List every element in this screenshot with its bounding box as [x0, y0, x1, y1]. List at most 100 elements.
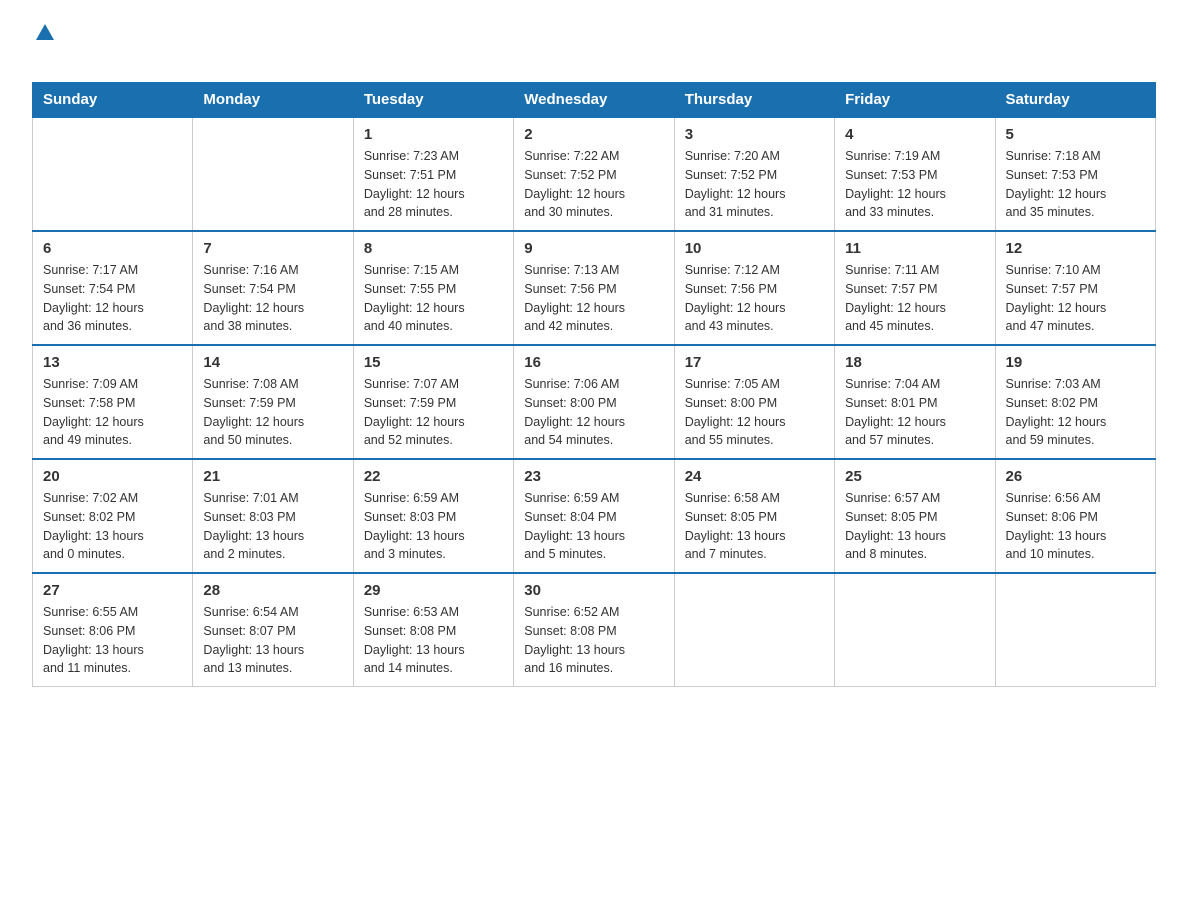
week-row-5: 27 Sunrise: 6:55 AM Sunset: 8:06 PM Dayli…	[33, 573, 1156, 687]
day-number: 2	[524, 126, 663, 143]
day-info: Sunrise: 7:16 AM Sunset: 7:54 PM Dayligh…	[203, 261, 342, 336]
day-info: Sunrise: 7:23 AM Sunset: 7:51 PM Dayligh…	[364, 147, 503, 222]
calendar-cell: 28 Sunrise: 6:54 AM Sunset: 8:07 PM Dayli…	[193, 573, 353, 687]
col-header-monday: Monday	[193, 83, 353, 118]
calendar-cell: 23 Sunrise: 6:59 AM Sunset: 8:04 PM Dayli…	[514, 459, 674, 573]
day-info: Sunrise: 7:17 AM Sunset: 7:54 PM Dayligh…	[43, 261, 182, 336]
calendar-cell: 21 Sunrise: 7:01 AM Sunset: 8:03 PM Dayli…	[193, 459, 353, 573]
day-number: 10	[685, 240, 824, 257]
calendar-cell: 22 Sunrise: 6:59 AM Sunset: 8:03 PM Dayli…	[353, 459, 513, 573]
day-info: Sunrise: 7:06 AM Sunset: 8:00 PM Dayligh…	[524, 375, 663, 450]
calendar-cell: 17 Sunrise: 7:05 AM Sunset: 8:00 PM Dayli…	[674, 345, 834, 459]
day-info: Sunrise: 7:04 AM Sunset: 8:01 PM Dayligh…	[845, 375, 984, 450]
calendar-cell: 12 Sunrise: 7:10 AM Sunset: 7:57 PM Dayli…	[995, 231, 1155, 345]
day-info: Sunrise: 6:58 AM Sunset: 8:05 PM Dayligh…	[685, 489, 824, 564]
page-header	[32, 24, 1156, 66]
day-info: Sunrise: 7:03 AM Sunset: 8:02 PM Dayligh…	[1006, 375, 1145, 450]
calendar-cell: 7 Sunrise: 7:16 AM Sunset: 7:54 PM Daylig…	[193, 231, 353, 345]
calendar-header-row: SundayMondayTuesdayWednesdayThursdayFrid…	[33, 83, 1156, 118]
day-info: Sunrise: 6:54 AM Sunset: 8:07 PM Dayligh…	[203, 603, 342, 678]
day-info: Sunrise: 7:20 AM Sunset: 7:52 PM Dayligh…	[685, 147, 824, 222]
day-number: 23	[524, 468, 663, 485]
day-info: Sunrise: 7:22 AM Sunset: 7:52 PM Dayligh…	[524, 147, 663, 222]
day-number: 15	[364, 354, 503, 371]
calendar-cell: 25 Sunrise: 6:57 AM Sunset: 8:05 PM Dayli…	[835, 459, 995, 573]
day-number: 22	[364, 468, 503, 485]
calendar-cell	[674, 573, 834, 687]
calendar-cell	[995, 573, 1155, 687]
day-info: Sunrise: 6:55 AM Sunset: 8:06 PM Dayligh…	[43, 603, 182, 678]
calendar-cell: 19Sunrise: 7:03 AM Sunset: 8:02 PM Dayli…	[995, 345, 1155, 459]
calendar-cell: 20 Sunrise: 7:02 AM Sunset: 8:02 PM Dayli…	[33, 459, 193, 573]
calendar-cell: 3 Sunrise: 7:20 AM Sunset: 7:52 PM Daylig…	[674, 117, 834, 231]
calendar-cell	[193, 117, 353, 231]
week-row-4: 20 Sunrise: 7:02 AM Sunset: 8:02 PM Dayli…	[33, 459, 1156, 573]
week-row-3: 13Sunrise: 7:09 AM Sunset: 7:58 PM Dayli…	[33, 345, 1156, 459]
day-number: 14	[203, 354, 342, 371]
calendar-cell: 29 Sunrise: 6:53 AM Sunset: 8:08 PM Dayli…	[353, 573, 513, 687]
day-number: 28	[203, 582, 342, 599]
day-number: 13	[43, 354, 182, 371]
day-info: Sunrise: 7:11 AM Sunset: 7:57 PM Dayligh…	[845, 261, 984, 336]
day-info: Sunrise: 7:13 AM Sunset: 7:56 PM Dayligh…	[524, 261, 663, 336]
day-number: 9	[524, 240, 663, 257]
day-info: Sunrise: 6:59 AM Sunset: 8:04 PM Dayligh…	[524, 489, 663, 564]
day-info: Sunrise: 6:53 AM Sunset: 8:08 PM Dayligh…	[364, 603, 503, 678]
day-info: Sunrise: 6:56 AM Sunset: 8:06 PM Dayligh…	[1006, 489, 1145, 564]
day-number: 16	[524, 354, 663, 371]
col-header-tuesday: Tuesday	[353, 83, 513, 118]
day-info: Sunrise: 6:59 AM Sunset: 8:03 PM Dayligh…	[364, 489, 503, 564]
calendar-cell: 26 Sunrise: 6:56 AM Sunset: 8:06 PM Dayli…	[995, 459, 1155, 573]
day-number: 20	[43, 468, 182, 485]
calendar-cell: 2 Sunrise: 7:22 AM Sunset: 7:52 PM Daylig…	[514, 117, 674, 231]
calendar-cell: 6Sunrise: 7:17 AM Sunset: 7:54 PM Daylig…	[33, 231, 193, 345]
day-number: 7	[203, 240, 342, 257]
day-info: Sunrise: 7:01 AM Sunset: 8:03 PM Dayligh…	[203, 489, 342, 564]
calendar-cell: 9 Sunrise: 7:13 AM Sunset: 7:56 PM Daylig…	[514, 231, 674, 345]
day-number: 18	[845, 354, 984, 371]
day-info: Sunrise: 7:19 AM Sunset: 7:53 PM Dayligh…	[845, 147, 984, 222]
day-info: Sunrise: 7:18 AM Sunset: 7:53 PM Dayligh…	[1006, 147, 1145, 222]
day-info: Sunrise: 7:02 AM Sunset: 8:02 PM Dayligh…	[43, 489, 182, 564]
calendar-cell: 13Sunrise: 7:09 AM Sunset: 7:58 PM Dayli…	[33, 345, 193, 459]
day-number: 12	[1006, 240, 1145, 257]
day-number: 11	[845, 240, 984, 257]
col-header-friday: Friday	[835, 83, 995, 118]
col-header-wednesday: Wednesday	[514, 83, 674, 118]
day-number: 3	[685, 126, 824, 143]
day-number: 29	[364, 582, 503, 599]
week-row-1: 1 Sunrise: 7:23 AM Sunset: 7:51 PM Daylig…	[33, 117, 1156, 231]
calendar-cell	[33, 117, 193, 231]
calendar-cell: 14Sunrise: 7:08 AM Sunset: 7:59 PM Dayli…	[193, 345, 353, 459]
day-number: 1	[364, 126, 503, 143]
day-number: 26	[1006, 468, 1145, 485]
day-number: 25	[845, 468, 984, 485]
col-header-saturday: Saturday	[995, 83, 1155, 118]
day-number: 27	[43, 582, 182, 599]
calendar-cell: 10 Sunrise: 7:12 AM Sunset: 7:56 PM Dayli…	[674, 231, 834, 345]
col-header-thursday: Thursday	[674, 83, 834, 118]
calendar-cell: 1 Sunrise: 7:23 AM Sunset: 7:51 PM Daylig…	[353, 117, 513, 231]
logo	[32, 24, 54, 66]
day-info: Sunrise: 7:07 AM Sunset: 7:59 PM Dayligh…	[364, 375, 503, 450]
calendar-cell: 18 Sunrise: 7:04 AM Sunset: 8:01 PM Dayli…	[835, 345, 995, 459]
calendar-cell: 8 Sunrise: 7:15 AM Sunset: 7:55 PM Daylig…	[353, 231, 513, 345]
day-number: 21	[203, 468, 342, 485]
day-info: Sunrise: 7:12 AM Sunset: 7:56 PM Dayligh…	[685, 261, 824, 336]
week-row-2: 6Sunrise: 7:17 AM Sunset: 7:54 PM Daylig…	[33, 231, 1156, 345]
day-info: Sunrise: 7:10 AM Sunset: 7:57 PM Dayligh…	[1006, 261, 1145, 336]
day-info: Sunrise: 6:57 AM Sunset: 8:05 PM Dayligh…	[845, 489, 984, 564]
day-number: 24	[685, 468, 824, 485]
day-info: Sunrise: 7:05 AM Sunset: 8:00 PM Dayligh…	[685, 375, 824, 450]
day-number: 17	[685, 354, 824, 371]
calendar-cell: 15 Sunrise: 7:07 AM Sunset: 7:59 PM Dayli…	[353, 345, 513, 459]
calendar-cell: 5 Sunrise: 7:18 AM Sunset: 7:53 PM Daylig…	[995, 117, 1155, 231]
day-info: Sunrise: 7:15 AM Sunset: 7:55 PM Dayligh…	[364, 261, 503, 336]
calendar-cell: 11 Sunrise: 7:11 AM Sunset: 7:57 PM Dayli…	[835, 231, 995, 345]
calendar-cell	[835, 573, 995, 687]
day-number: 4	[845, 126, 984, 143]
day-number: 8	[364, 240, 503, 257]
day-number: 5	[1006, 126, 1145, 143]
calendar-cell: 16 Sunrise: 7:06 AM Sunset: 8:00 PM Dayli…	[514, 345, 674, 459]
calendar-cell: 30Sunrise: 6:52 AM Sunset: 8:08 PM Dayli…	[514, 573, 674, 687]
